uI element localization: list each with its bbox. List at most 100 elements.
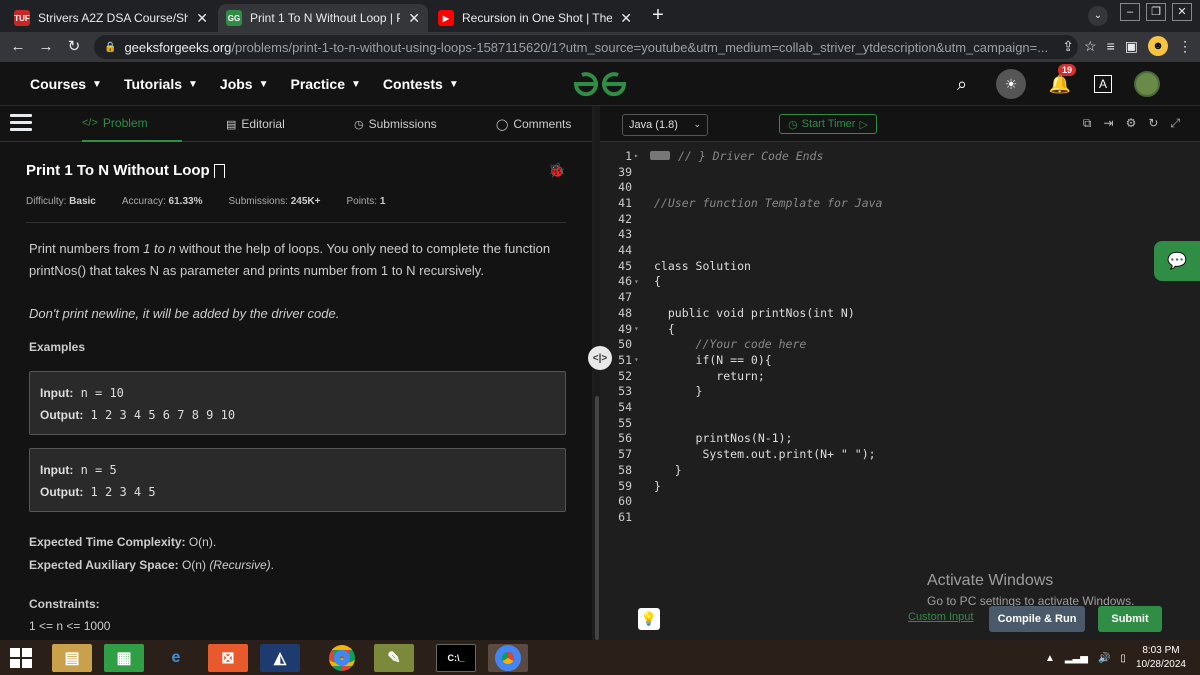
start-timer-button[interactable]: ◷ Start Timer ▷ (779, 114, 877, 134)
mysql-icon[interactable]: ◭ (260, 644, 300, 672)
fold-arrow-icon[interactable]: ▾ (634, 324, 646, 333)
avatar[interactable] (1134, 71, 1160, 97)
browser-tab-gfg[interactable]: GG Print 1 To N Without Loop | Pract ✕ (218, 4, 428, 32)
gfg-logo-icon[interactable] (572, 70, 628, 98)
code-line[interactable]: 46 ▾ { (600, 274, 1200, 290)
tray-arrow-icon[interactable]: ▲ (1045, 653, 1055, 664)
panel-resize-handle-icon[interactable]: <|> (588, 346, 612, 370)
clock[interactable]: 8:03 PM 10/28/2024 (1136, 644, 1186, 672)
browser-tab-youtube[interactable]: ▶ Recursion in One Shot | Theory + ✕ (430, 4, 640, 32)
back-arrow-icon[interactable]: ← (8, 37, 28, 57)
close-icon[interactable]: ✕ (408, 10, 420, 27)
bookmark-icon[interactable] (213, 163, 225, 178)
fold-arrow-icon[interactable]: ▾ (634, 355, 646, 364)
translate-icon[interactable]: A (1094, 75, 1112, 93)
settings-icon[interactable]: ⚙ (1126, 116, 1137, 131)
code-line[interactable]: 54 (600, 399, 1200, 415)
code-line[interactable]: 58 } (600, 462, 1200, 478)
chrome-active-icon[interactable] (488, 644, 528, 672)
search-icon[interactable]: ⌕ (950, 72, 974, 96)
tab-submissions[interactable]: ◷ Submissions (354, 106, 437, 142)
nav-contests[interactable]: Contests ▼ (383, 76, 459, 92)
code-line[interactable]: 53 } (600, 384, 1200, 400)
bell-icon[interactable]: 🔔 19 (1048, 64, 1077, 96)
code-line[interactable]: 49 ▾ { (600, 321, 1200, 337)
reload-icon[interactable]: ↻ (64, 37, 84, 57)
signal-icon[interactable]: ▂▃▅ (1065, 653, 1088, 664)
new-tab-button[interactable]: + (648, 5, 668, 26)
code-line[interactable]: 50 //Your code here (600, 336, 1200, 352)
code-line[interactable]: 48 public void printNos(int N) (600, 305, 1200, 321)
playlist-icon[interactable]: ≡ (1107, 38, 1115, 54)
compile-run-button[interactable]: Compile & Run (989, 606, 1085, 632)
browser-tab-striver[interactable]: TUF Strivers A2Z DSA Course/Sheet - ✕ (6, 4, 216, 32)
forward-arrow-icon[interactable]: → (36, 37, 56, 57)
tab-problem[interactable]: </> Problem (82, 106, 182, 142)
fold-arrow-icon[interactable]: ▸ (634, 151, 646, 160)
code-line[interactable]: 52 return; (600, 368, 1200, 384)
code-line[interactable]: 43 (600, 227, 1200, 243)
custom-input-link[interactable]: Custom Input (908, 611, 973, 623)
problem-tabs: </> Problem ▤ Editorial ◷ Submissions ◯ Comm… (0, 106, 592, 142)
reset-icon[interactable]: ↻ (1148, 116, 1158, 131)
code-line[interactable]: 55 (600, 415, 1200, 431)
fold-arrow-icon[interactable]: ▾ (634, 277, 646, 286)
tab-editorial[interactable]: ▤ Editorial (226, 106, 285, 142)
star-icon[interactable]: ☆ (1084, 38, 1097, 55)
submit-button[interactable]: Submit (1098, 606, 1162, 632)
url-input[interactable]: 🔒 geeksforgeeks.org /problems/print-1-to… (94, 35, 1078, 59)
complexity-value: O(n) (181, 558, 210, 572)
notepad-plus-icon[interactable]: ✎ (374, 644, 414, 672)
code-line[interactable]: 45 class Solution (600, 258, 1200, 274)
close-window-icon[interactable]: ✕ (1172, 3, 1192, 21)
tab-search-icon[interactable]: ⌄ (1088, 6, 1108, 26)
command-prompt-icon[interactable]: C:\_ (436, 644, 476, 672)
internet-explorer-icon[interactable]: e (156, 644, 196, 672)
theme-toggle-icon[interactable]: ☀ (996, 69, 1026, 99)
nav-practice[interactable]: Practice ▼ (291, 76, 361, 92)
fullscreen-icon[interactable]: ⤢ (1170, 116, 1180, 131)
code-line[interactable]: 61 (600, 509, 1200, 525)
menu-dots-icon[interactable]: ⋮ (1178, 38, 1192, 55)
nav-jobs[interactable]: Jobs ▼ (220, 76, 269, 92)
volume-icon[interactable]: 🔊 (1098, 653, 1110, 664)
close-icon[interactable]: ✕ (196, 10, 208, 27)
file-explorer-icon[interactable]: ▤ (52, 644, 92, 672)
import-icon[interactable]: ⇥ (1104, 116, 1114, 131)
collapsed-code-badge-icon[interactable] (650, 151, 670, 161)
windows-start-icon[interactable] (10, 648, 32, 668)
scrollbar-thumb[interactable] (595, 396, 599, 640)
code-line[interactable]: 42 (600, 211, 1200, 227)
code-line[interactable]: 44 (600, 242, 1200, 258)
language-select[interactable]: Java (1.8) ⌄ (622, 114, 708, 136)
code-line[interactable]: 41 //User function Template for Java (600, 195, 1200, 211)
share-icon[interactable]: ⇪ (1062, 38, 1074, 55)
code-line[interactable]: 56 printNos(N-1); (600, 431, 1200, 447)
bug-report-icon[interactable]: 🐞 (548, 162, 565, 178)
lightbulb-icon[interactable]: 💡 (638, 608, 660, 630)
profile-icon[interactable]: ☻ (1148, 36, 1168, 56)
chat-icon[interactable]: 💬 (1154, 241, 1200, 281)
code-line[interactable]: 39 (600, 164, 1200, 180)
code-editor[interactable]: 1 ▸ // } Driver Code Ends 39 40 41 //User func… (600, 142, 1200, 574)
close-icon[interactable]: ✕ (620, 10, 632, 27)
minimize-icon[interactable]: – (1120, 3, 1140, 21)
chrome-icon[interactable] (322, 644, 362, 672)
xampp-icon[interactable]: ⊠ (208, 644, 248, 672)
code-line[interactable]: 57 System.out.print(N+ " "); (600, 446, 1200, 462)
code-line[interactable]: 47 (600, 289, 1200, 305)
code-line[interactable]: 40 (600, 179, 1200, 195)
tab-comments[interactable]: ◯ Comments (496, 106, 571, 142)
copy-icon[interactable]: ⧉ (1083, 116, 1092, 131)
code-line[interactable]: 1 ▸ // } Driver Code Ends (600, 148, 1200, 164)
code-line[interactable]: 60 (600, 493, 1200, 509)
sidepanel-icon[interactable]: ▣ (1125, 38, 1138, 55)
code-line[interactable]: 59} (600, 478, 1200, 494)
hamburger-menu-icon[interactable] (10, 114, 32, 134)
nav-tutorials[interactable]: Tutorials ▼ (124, 76, 198, 92)
nav-courses[interactable]: Courses ▼ (30, 76, 102, 92)
battery-icon[interactable]: ▯ (1120, 653, 1126, 664)
restore-icon[interactable]: ❐ (1146, 3, 1166, 21)
code-line[interactable]: 51 ▾ if(N == 0){ (600, 352, 1200, 368)
store-icon[interactable]: ▦ (104, 644, 144, 672)
